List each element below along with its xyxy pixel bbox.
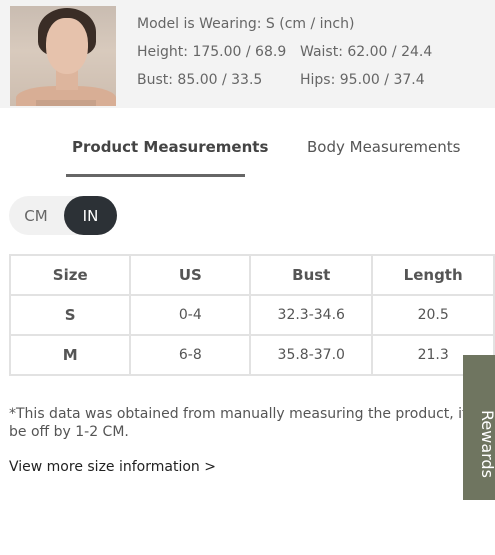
cell-us: 0-4 (129, 294, 252, 336)
table-header-row: Size US Bust Length (8, 254, 495, 296)
measurement-tabs: Product Measurements Body Measurements (0, 120, 495, 177)
unit-cm-button[interactable]: CM (9, 196, 63, 235)
cell-length: 20.5 (371, 294, 495, 336)
model-height: Height: 175.00 / 68.9 (137, 44, 287, 60)
active-tab-indicator (66, 174, 245, 177)
model-info-card: Model is Wearing: S (cm / inch) Height: … (0, 0, 495, 108)
rewards-side-tab[interactable]: Rewards (463, 355, 495, 500)
tab-product-measurements[interactable]: Product Measurements (72, 138, 268, 156)
column-header-us: US (129, 254, 252, 296)
tab-body-measurements[interactable]: Body Measurements (307, 138, 460, 156)
measurement-note: *This data was obtained from manually me… (9, 406, 495, 440)
side-tab-label: Rewards (478, 410, 495, 478)
column-header-size: Size (8, 254, 132, 296)
column-header-length: Length (371, 254, 495, 296)
cell-size: S (8, 294, 132, 336)
table-row: S 0-4 32.3-34.6 20.5 (8, 294, 495, 336)
model-wearing-label: Model is Wearing: S (cm / inch) (137, 16, 355, 32)
table-row: M 6-8 35.8-37.0 21.3 (8, 334, 495, 376)
model-hips: Hips: 95.00 / 37.4 (300, 72, 425, 88)
cell-size: M (8, 334, 132, 376)
view-more-size-info-link[interactable]: View more size information > (9, 459, 216, 475)
column-header-bust: Bust (249, 254, 374, 296)
cell-bust: 35.8-37.0 (249, 334, 374, 376)
cell-us: 6-8 (129, 334, 252, 376)
cell-bust: 32.3-34.6 (249, 294, 374, 336)
model-photo (10, 6, 116, 106)
model-bust: Bust: 85.00 / 33.5 (137, 72, 263, 88)
model-waist: Waist: 62.00 / 24.4 (300, 44, 433, 60)
unit-in-button[interactable]: IN (64, 196, 117, 235)
unit-toggle: CM IN (9, 196, 117, 235)
size-table: Size US Bust Length S 0-4 32.3-34.6 20.5… (8, 254, 495, 376)
